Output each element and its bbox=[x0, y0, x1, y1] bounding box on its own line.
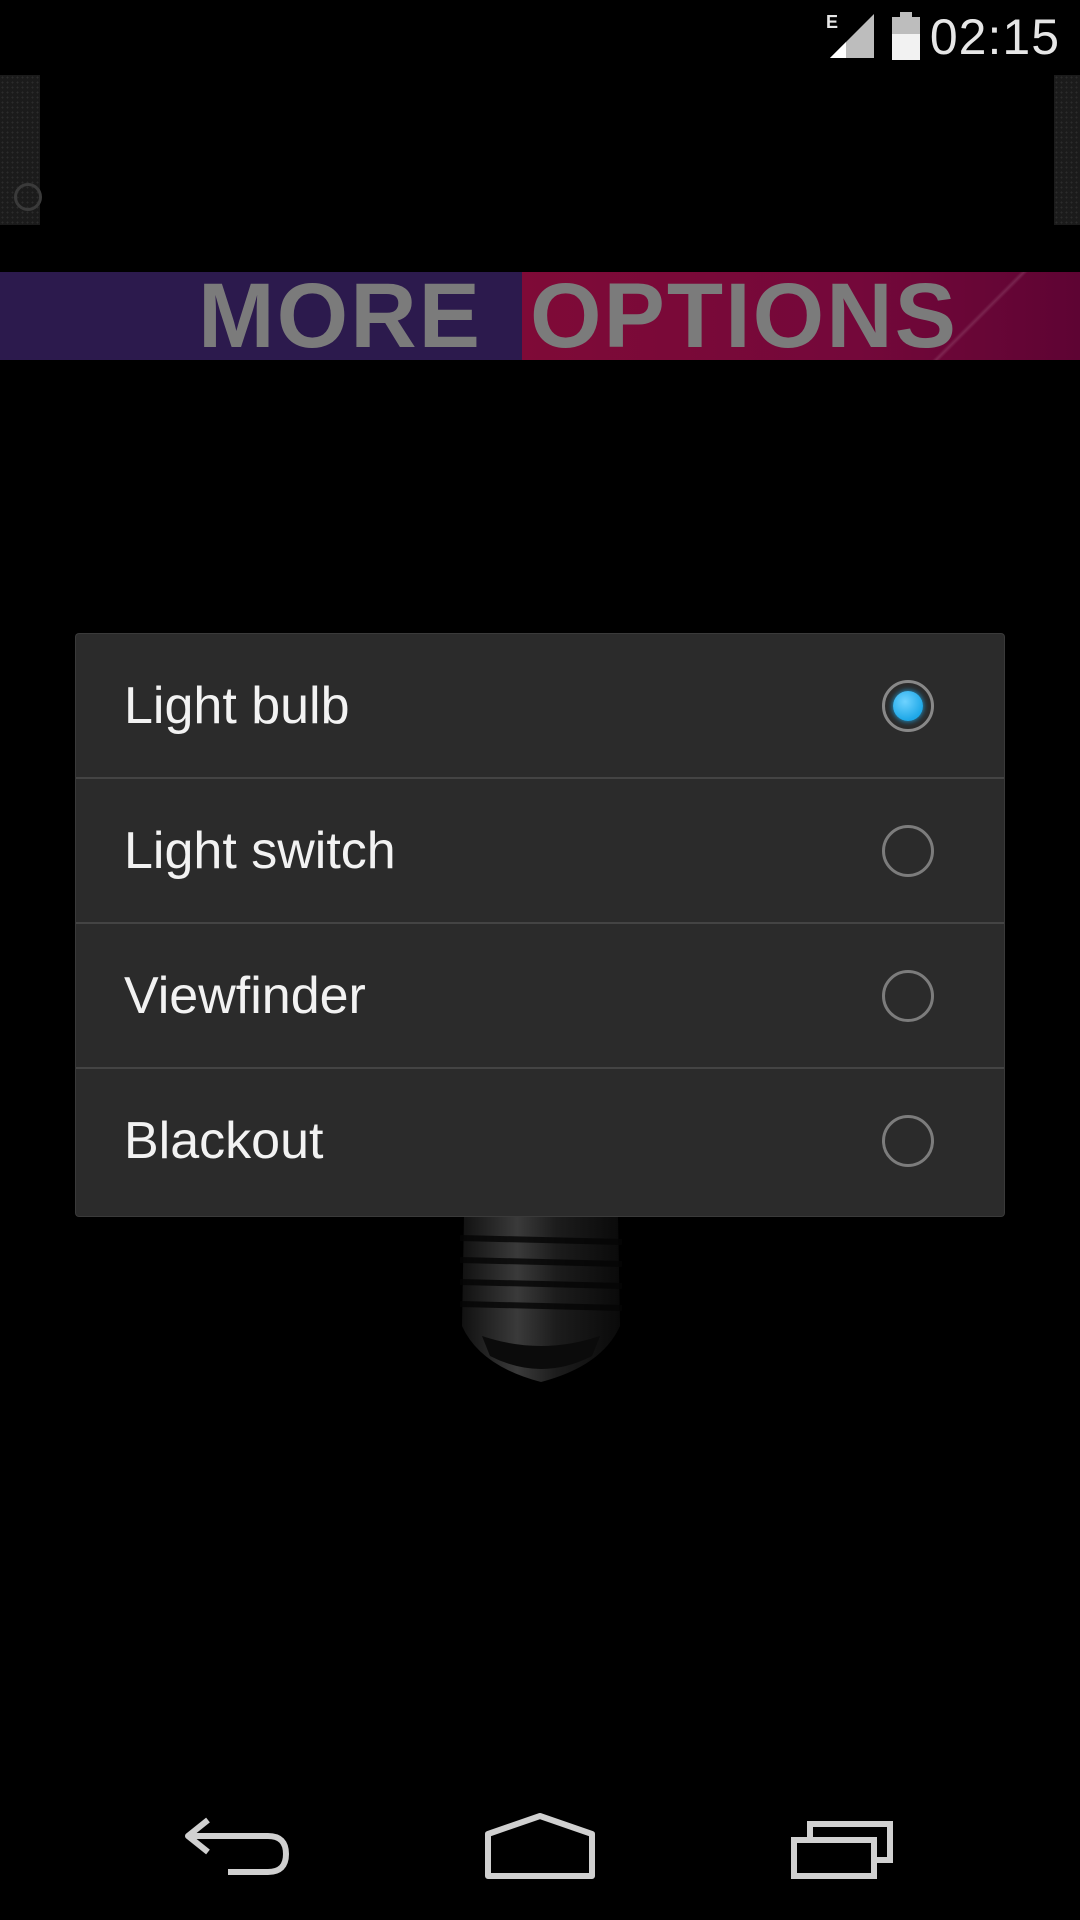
option-label: Viewfinder bbox=[124, 967, 366, 1025]
light-bulb-base-image bbox=[459, 1216, 623, 1382]
radio-button[interactable] bbox=[882, 1115, 934, 1167]
battery-icon bbox=[892, 12, 920, 60]
option-light-switch[interactable]: Light switch bbox=[76, 779, 1004, 924]
radio-button-checked[interactable] bbox=[882, 680, 934, 732]
banner-left-panel: MORE bbox=[0, 272, 522, 360]
home-icon[interactable] bbox=[480, 1810, 600, 1890]
option-light-bulb[interactable]: Light bulb bbox=[76, 634, 1004, 779]
option-blackout[interactable]: Blackout bbox=[76, 1069, 1004, 1214]
status-time: 02:15 bbox=[929, 9, 1060, 65]
more-options-banner[interactable]: MORE OPTIONS bbox=[0, 272, 1080, 360]
signal-icon: E bbox=[826, 12, 874, 58]
right-edge-panel[interactable] bbox=[1054, 75, 1080, 225]
navigation-bar bbox=[0, 1770, 1080, 1920]
option-label: Blackout bbox=[124, 1112, 324, 1170]
info-icon bbox=[14, 183, 42, 211]
left-edge-panel[interactable] bbox=[0, 75, 42, 225]
banner-right-panel: OPTIONS bbox=[522, 272, 1080, 360]
banner-word-options: OPTIONS bbox=[530, 272, 959, 360]
option-label: Light bulb bbox=[124, 677, 350, 735]
option-label: Light switch bbox=[124, 822, 396, 880]
status-bar: E 02:15 bbox=[0, 0, 1080, 75]
back-icon[interactable] bbox=[180, 1810, 300, 1890]
mode-selection-dialog: Light bulb Light switch Viewfinder Black… bbox=[76, 634, 1004, 1216]
network-type-label: E bbox=[826, 12, 838, 32]
option-viewfinder[interactable]: Viewfinder bbox=[76, 924, 1004, 1069]
recent-apps-icon[interactable] bbox=[780, 1810, 900, 1890]
banner-word-more: MORE bbox=[198, 272, 482, 360]
radio-button[interactable] bbox=[882, 825, 934, 877]
radio-button[interactable] bbox=[882, 970, 934, 1022]
